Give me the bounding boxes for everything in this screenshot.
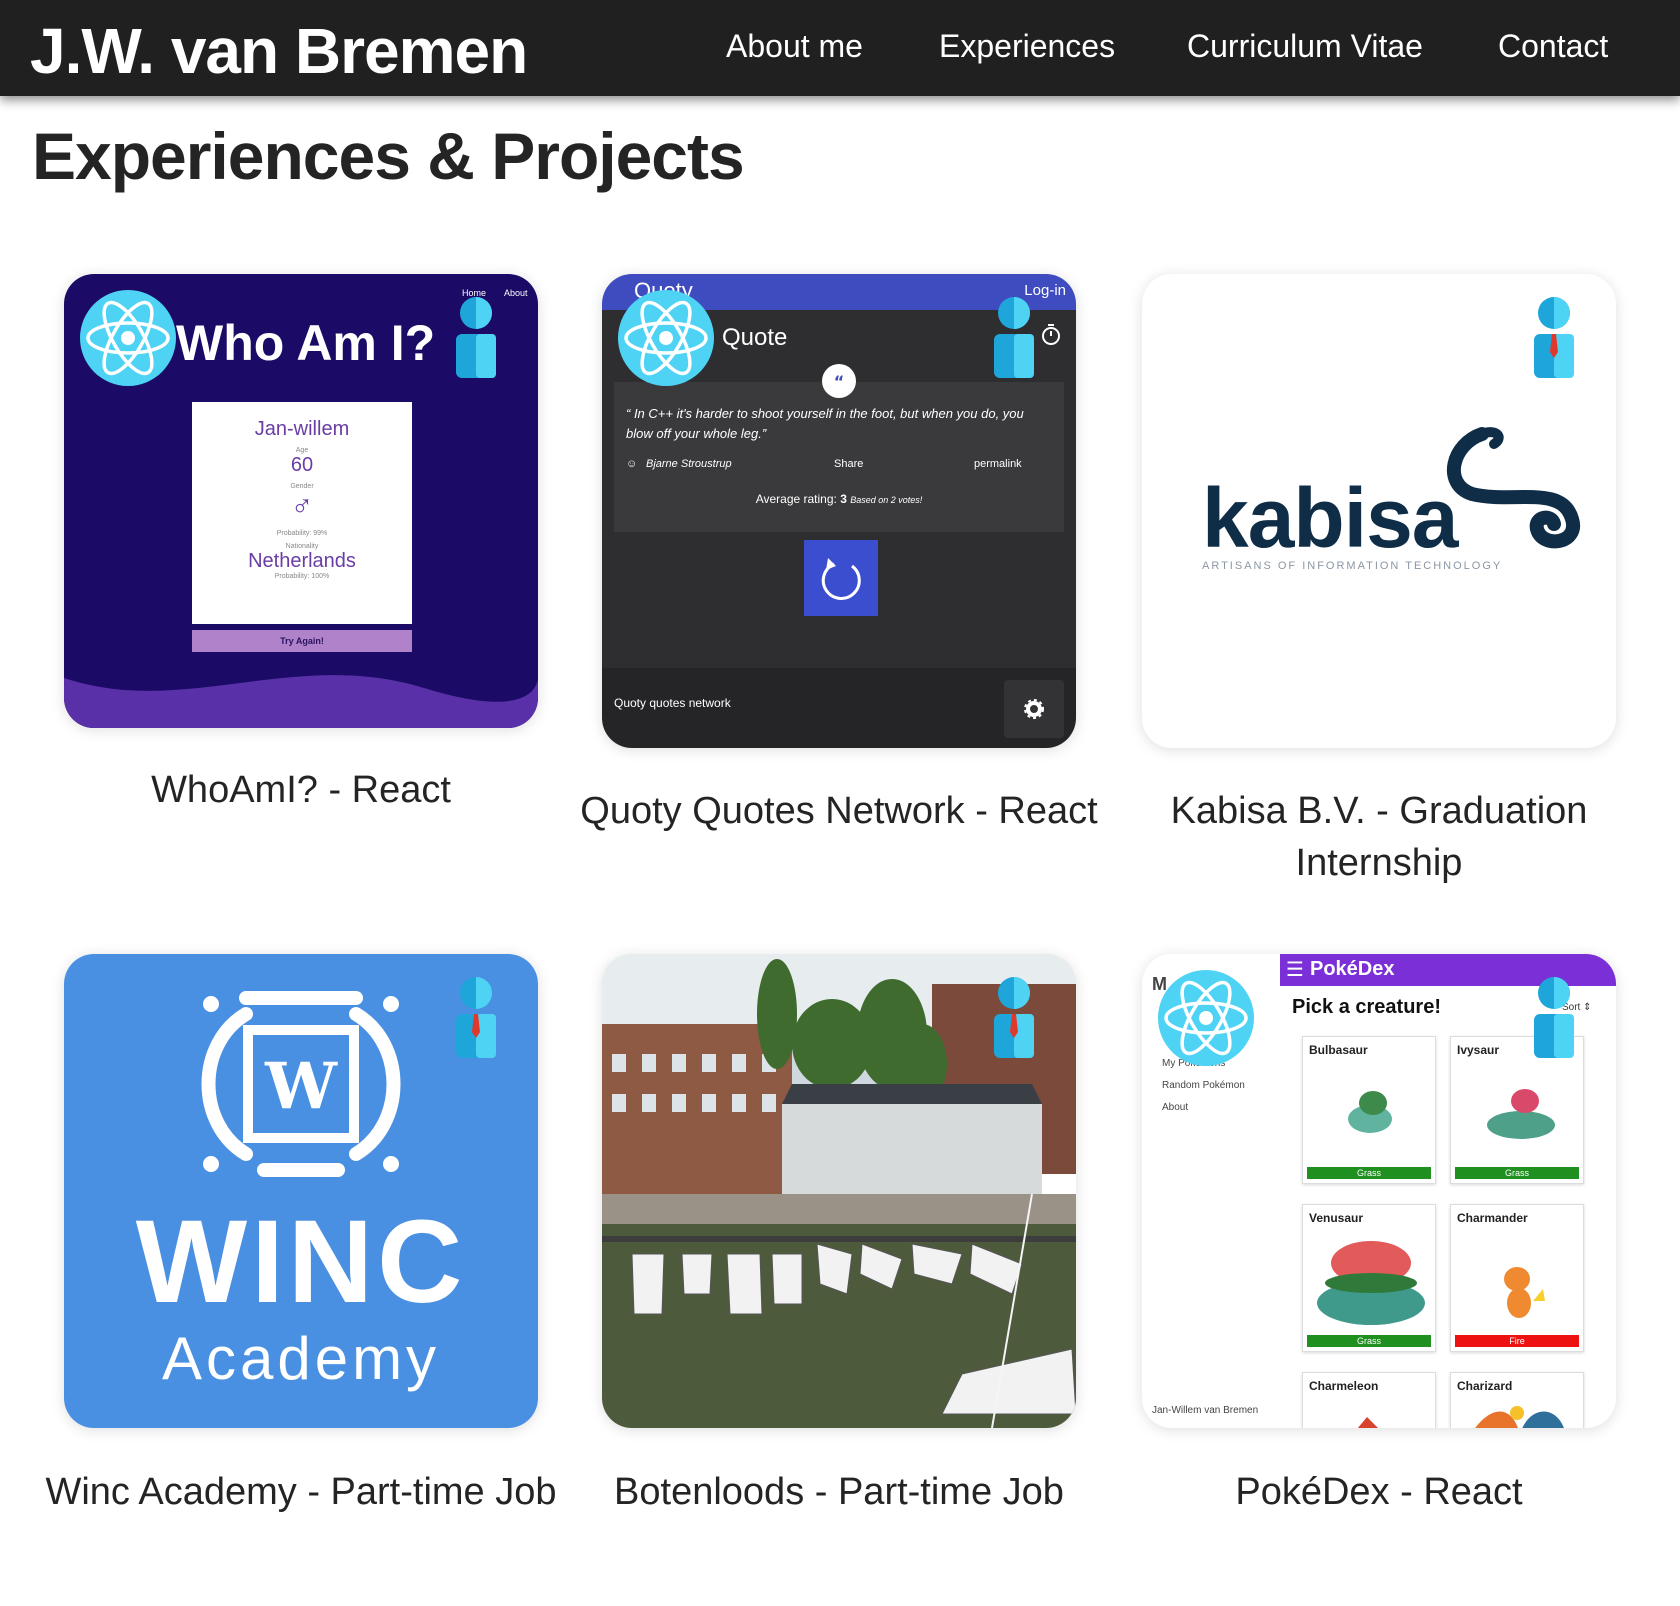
whoami-try-again-button: Try Again!: [192, 630, 412, 652]
pokemon-tile: Charmander Fire: [1450, 1204, 1584, 1352]
whoami-gender-label: Gender: [290, 483, 314, 490]
person-icon: [456, 297, 496, 378]
person-icon: [1534, 297, 1574, 378]
site-brand[interactable]: J.W. van Bremen: [30, 14, 528, 88]
pokemon-tile: Charizard: [1450, 1372, 1584, 1428]
react-icon: [618, 290, 714, 386]
project-title-kabisa[interactable]: Kabisa B.V. - Graduation Internship: [1119, 785, 1639, 889]
whoami-heading: Who Am I?: [176, 315, 436, 371]
kabisa-logo-text: kabisa: [1202, 471, 1459, 565]
whoami-nationality: Netherlands: [248, 550, 356, 572]
project-title-winc[interactable]: Winc Academy - Part-time Job: [41, 1466, 561, 1518]
pokemon-tile: Charmeleon: [1302, 1372, 1436, 1428]
whoami-gender-probability: Probability: 99%: [276, 530, 328, 537]
pokemon-type: Grass: [1307, 1167, 1431, 1179]
kabisa-tagline: ARTISANS OF INFORMATION TECHNOLOGY: [1202, 560, 1503, 572]
whoami-age-label: Age: [295, 447, 309, 454]
person-icon: [994, 297, 1034, 378]
charizard-sprite: [1475, 1406, 1564, 1428]
charmeleon-sprite: [1357, 1417, 1378, 1428]
pokemon-name: Charmander: [1457, 1211, 1528, 1225]
react-icon: [1158, 970, 1254, 1066]
winc-logo-sub: Academy: [161, 1325, 441, 1392]
reload-icon: [821, 558, 861, 600]
pokemon-type: Grass: [1307, 1335, 1431, 1347]
project-title-botenloods[interactable]: Botenloods - Part-time Job: [579, 1466, 1099, 1518]
whoami-age: 60: [290, 454, 314, 476]
pokemon-name: Ivysaur: [1457, 1043, 1500, 1057]
svg-text:“: “: [834, 372, 845, 391]
project-title-pokedex[interactable]: PokéDex - React: [1119, 1466, 1639, 1518]
quote-mark-icon: “: [822, 364, 856, 398]
quoty-section-title: Quote: [722, 324, 788, 351]
winc-logo-word: WINC: [135, 1196, 467, 1328]
person-icon: [1534, 977, 1574, 1058]
quote-permalink: permalink: [974, 458, 1022, 470]
winc-letter: W: [264, 1049, 338, 1124]
pokemon-tile: Bulbasaur Grass: [1302, 1036, 1436, 1184]
react-icon: [80, 290, 176, 386]
bulbasaur-sprite: [1348, 1091, 1392, 1133]
quote-share: Share: [834, 458, 864, 470]
person-icon: [456, 977, 496, 1058]
ivysaur-sprite: [1487, 1089, 1555, 1139]
nav-experiences[interactable]: Experiences: [939, 28, 1115, 65]
quote-author-icon: ☺: [626, 458, 638, 470]
project-card-winc[interactable]: W WINC Academy: [64, 954, 538, 1428]
timer-icon: [1042, 324, 1060, 345]
project-title-quoty[interactable]: Quoty Quotes Network - React: [579, 785, 1099, 837]
pokemon-type: Grass: [1455, 1167, 1579, 1179]
avg-value: 3: [840, 492, 847, 506]
male-icon: ♂: [290, 490, 314, 523]
whoami-result-panel: Jan-willem Age 60 Gender ♂ Probability: …: [192, 402, 412, 624]
quote-text: “ In C++ it's harder to shoot yourself i…: [626, 406, 1024, 441]
pokedex-side-about: About: [1162, 1102, 1189, 1113]
pokedex-footer: Jan-Willem van Bremen: [1152, 1405, 1259, 1416]
hamburger-icon: ☰: [1286, 959, 1304, 981]
project-card-whoami[interactable]: Home About Who Am I? Jan-willem Age 60 G…: [64, 274, 538, 728]
project-card-botenloods[interactable]: [602, 954, 1076, 1428]
quote-average-rating: Average rating: 3 Based on 2 votes!: [602, 492, 1076, 506]
project-title-whoami[interactable]: WhoAmI? - React: [41, 764, 561, 816]
charmander-sprite: [1504, 1267, 1545, 1318]
project-card-kabisa[interactable]: kabisa ARTISANS OF INFORMATION TECHNOLOG…: [1142, 274, 1616, 748]
gear-icon: [1004, 680, 1064, 738]
nav-contact[interactable]: Contact: [1498, 28, 1608, 65]
nav-about-me[interactable]: About me: [726, 28, 863, 65]
pokemon-name: Charmeleon: [1309, 1379, 1379, 1393]
project-card-quoty[interactable]: Quoty Log-in Quote “ “ In C++ it's harde…: [602, 274, 1076, 748]
pokedex-pick-heading: Pick a creature!: [1292, 996, 1441, 1018]
whoami-nationality-label: Nationality: [285, 543, 319, 550]
pokedex-brand: PokéDex: [1310, 958, 1395, 980]
wave-shape: [64, 668, 538, 728]
kabisa-chameleon-logo: [1447, 427, 1581, 549]
page-title: Experiences & Projects: [32, 119, 745, 193]
pokemon-name: Bulbasaur: [1309, 1043, 1368, 1057]
pokemon-name: Charizard: [1457, 1379, 1513, 1393]
pokemon-type: Fire: [1455, 1335, 1579, 1347]
quoty-footer-text: Quoty quotes network: [614, 696, 731, 710]
quote-author: Bjarne Stroustrup: [646, 458, 732, 470]
whoami-nav-about: About: [504, 288, 528, 298]
reload-button: [804, 540, 878, 616]
project-card-pokedex[interactable]: M My Pokémons Random Pokémon About Jan-W…: [1142, 954, 1616, 1428]
pokedex-side-random: Random Pokémon: [1162, 1080, 1245, 1091]
top-navbar: J.W. van Bremen About me Experiences Cur…: [0, 0, 1680, 96]
pokemon-tile: Venusaur Grass: [1302, 1204, 1436, 1352]
whoami-name: Jan-willem: [254, 418, 350, 440]
avg-label: Average rating:: [755, 492, 837, 506]
avg-votes: Based on 2 votes!: [850, 495, 923, 505]
quoty-footer: Quoty quotes network: [602, 668, 1076, 748]
pokemon-name: Venusaur: [1309, 1211, 1364, 1225]
nav-curriculum-vitae[interactable]: Curriculum Vitae: [1187, 28, 1423, 65]
person-icon: [994, 977, 1034, 1058]
venusaur-sprite: [1317, 1241, 1425, 1325]
winc-emblem-icon: W: [201, 991, 401, 1177]
whoami-nationality-probability: Probability: 100%: [274, 573, 330, 580]
